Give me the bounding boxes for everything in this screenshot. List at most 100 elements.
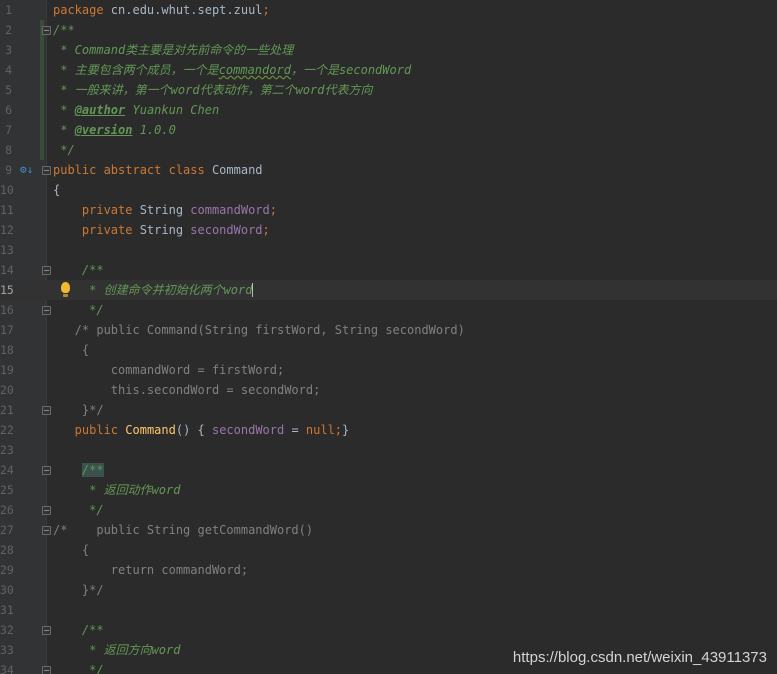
code-line[interactable]: 20 this.secondWord = secondWord; [0, 380, 777, 400]
code-token: * [53, 123, 75, 137]
code-text[interactable]: /** [53, 260, 104, 280]
line-number: 19 [0, 363, 14, 377]
code-line[interactable]: 10 { [0, 180, 777, 200]
code-line[interactable]: 11 private String commandWord; [0, 200, 777, 220]
line-number: 32 [0, 623, 14, 637]
code-line[interactable]: 15 * 创建命令并初始化两个word [0, 280, 777, 300]
vcs-change-marker[interactable] [40, 120, 44, 140]
code-line[interactable]: 4 * 主要包含两个成员，一个是commandord，一个是secondWord [0, 60, 777, 80]
code-text[interactable]: * 主要包含两个成员，一个是commandord，一个是secondWord [53, 60, 411, 80]
code-line[interactable]: 29 return commandWord; [0, 560, 777, 580]
code-text[interactable]: */ [53, 300, 103, 320]
code-line[interactable]: 30 }*/ [0, 580, 777, 600]
code-token: * Command类主要是对先前命令的一些处理 [53, 43, 294, 57]
code-line[interactable]: 24 /** [0, 460, 777, 480]
code-text[interactable]: * @author Yuankun Chen [53, 100, 219, 120]
code-text[interactable]: * 创建命令并初始化两个word [53, 280, 254, 300]
fold-toggle-icon[interactable] [42, 406, 51, 415]
fold-toggle-icon[interactable] [42, 506, 51, 515]
fold-toggle-icon[interactable] [42, 26, 51, 35]
code-text[interactable]: package cn.edu.whut.sept.zuul; [53, 0, 270, 20]
line-number: 33 [0, 643, 14, 657]
fold-toggle-icon[interactable] [42, 666, 51, 674]
code-line[interactable]: 27 /* public String getCommandWord() [0, 520, 777, 540]
code-line[interactable]: 12 private String secondWord; [0, 220, 777, 240]
code-text[interactable]: */ [53, 500, 103, 520]
code-token: commandord [218, 63, 291, 77]
code-line[interactable]: 3 * Command类主要是对先前命令的一些处理 [0, 40, 777, 60]
code-token: package [53, 3, 104, 17]
code-line[interactable]: 18 { [0, 340, 777, 360]
code-token: * 返回方向word [53, 643, 181, 657]
implemented-overridden-icon[interactable]: ⚙↓ [20, 163, 33, 177]
code-token: commandWord [190, 203, 270, 217]
fold-toggle-icon[interactable] [42, 166, 51, 175]
code-token: @version [74, 123, 133, 137]
code-line[interactable]: 1 package cn.edu.whut.sept.zuul; [0, 0, 777, 20]
code-text[interactable]: public Command() { secondWord = null;} [53, 420, 350, 440]
code-line[interactable]: 21 }*/ [0, 400, 777, 420]
code-line[interactable]: 28 { [0, 540, 777, 560]
fold-toggle-icon[interactable] [42, 626, 51, 635]
code-token: }*/ [53, 583, 104, 597]
fold-toggle-icon[interactable] [42, 466, 51, 475]
code-line[interactable]: 23 [0, 440, 777, 460]
code-text[interactable]: return commandWord; [53, 560, 248, 580]
code-line[interactable]: 5 * 一般来讲，第一个word代表动作，第二个word代表方向 [0, 80, 777, 100]
line-number: 18 [0, 343, 14, 357]
code-line[interactable]: 16 */ [0, 300, 777, 320]
vcs-change-marker[interactable] [40, 60, 44, 80]
code-text[interactable]: { [53, 340, 89, 360]
code-line[interactable]: 8 */ [0, 140, 777, 160]
code-line[interactable]: 13 [0, 240, 777, 260]
code-text[interactable]: * 一般来讲，第一个word代表动作，第二个word代表方向 [53, 80, 372, 100]
code-text[interactable]: public abstract class Command [53, 160, 263, 180]
line-number: 12 [0, 223, 14, 237]
code-line[interactable]: 2 /** [0, 20, 777, 40]
code-text[interactable]: }*/ [53, 580, 104, 600]
code-text[interactable]: * Command类主要是对先前命令的一些处理 [53, 40, 293, 60]
code-text[interactable]: private String commandWord; [53, 200, 277, 220]
code-text[interactable]: * @version 1.0.0 [53, 120, 176, 140]
code-text[interactable]: /** [53, 20, 75, 40]
code-line[interactable]: 32 /** [0, 620, 777, 640]
code-text[interactable]: * 返回动作word [53, 480, 180, 500]
code-text[interactable]: { [53, 180, 60, 200]
fold-toggle-icon[interactable] [42, 266, 51, 275]
code-line[interactable]: 14 /** [0, 260, 777, 280]
code-text[interactable]: commandWord = firstWord; [53, 360, 284, 380]
code-line[interactable]: 7 * @version 1.0.0 [0, 120, 777, 140]
vcs-change-marker[interactable] [40, 80, 44, 100]
code-line[interactable]: 9 ⚙↓ public abstract class Command [0, 160, 777, 180]
code-text[interactable]: }*/ [53, 400, 104, 420]
code-line[interactable]: 19 commandWord = firstWord; [0, 360, 777, 380]
code-text[interactable]: * 返回方向word [53, 640, 180, 660]
code-line[interactable]: 25 * 返回动作word [0, 480, 777, 500]
code-editor[interactable]: 1 package cn.edu.whut.sept.zuul; 2 /** 3 * C… [0, 0, 777, 674]
code-text[interactable]: /* public String getCommandWord() [53, 520, 313, 540]
fold-toggle-icon[interactable] [42, 526, 51, 535]
code-line[interactable]: 17 /* public Command(String firstWord, S… [0, 320, 777, 340]
code-line[interactable]: 26 */ [0, 500, 777, 520]
code-line[interactable]: 31 [0, 600, 777, 620]
code-text[interactable]: /** [53, 460, 104, 480]
line-number: 5 [5, 83, 12, 97]
code-text[interactable]: private String secondWord; [53, 220, 270, 240]
code-text[interactable]: { [53, 540, 89, 560]
vcs-change-marker[interactable] [40, 140, 44, 160]
code-line[interactable]: 22 public Command() { secondWord = null;… [0, 420, 777, 440]
vcs-change-marker[interactable] [40, 40, 44, 60]
fold-toggle-icon[interactable] [42, 306, 51, 315]
line-number: 34 [0, 663, 14, 674]
code-text[interactable]: */ [53, 660, 104, 674]
code-line[interactable]: 6 * @author Yuankun Chen [0, 100, 777, 120]
code-token: /* public String getCommandWord() [53, 523, 314, 537]
code-text[interactable]: /* public Command(String firstWord, Stri… [53, 320, 465, 340]
code-text[interactable]: this.secondWord = secondWord; [53, 380, 321, 400]
line-number: 2 [5, 23, 12, 37]
code-text[interactable]: */ [53, 140, 74, 160]
line-number: 7 [5, 123, 12, 137]
code-token: */ [53, 663, 104, 674]
vcs-change-marker[interactable] [40, 100, 44, 120]
code-text[interactable]: /** [53, 620, 104, 640]
